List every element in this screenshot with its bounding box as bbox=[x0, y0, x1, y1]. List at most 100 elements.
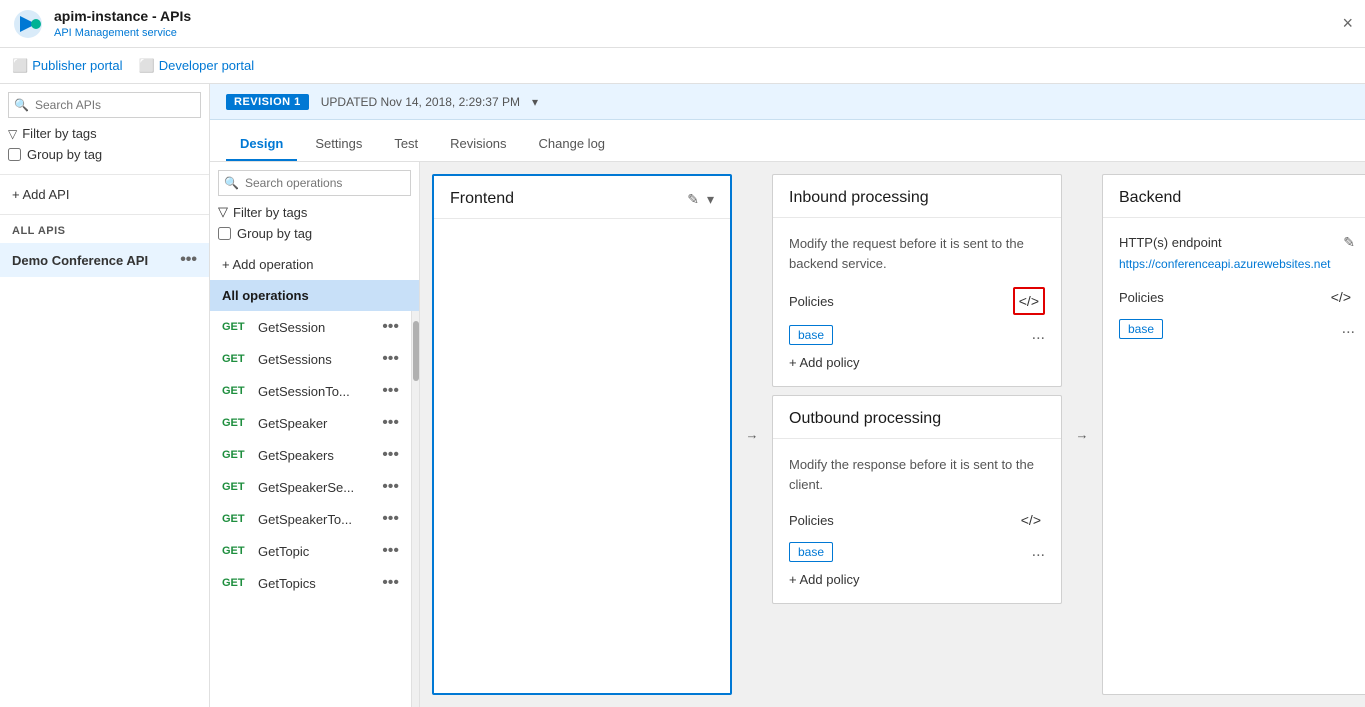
developer-portal-link[interactable]: ⬜ Developer portal bbox=[139, 58, 255, 74]
outbound-dots-button[interactable]: ... bbox=[1032, 543, 1045, 561]
inbound-add-policy-button[interactable]: + Add policy bbox=[789, 355, 859, 370]
sidebar-divider-2 bbox=[0, 214, 209, 215]
top-nav: ⬜ Publisher portal ⬜ Developer portal bbox=[0, 48, 1365, 84]
search-operations-input[interactable] bbox=[218, 170, 411, 196]
ops-content: GET GetSession ••• GET GetSessions ••• G… bbox=[210, 311, 411, 707]
op-item-getspeaker[interactable]: GET GetSpeaker ••• bbox=[210, 407, 411, 439]
publisher-portal-link[interactable]: ⬜ Publisher portal bbox=[12, 58, 123, 74]
op-item-getsessions[interactable]: GET GetSessions ••• bbox=[210, 343, 411, 375]
outbound-add-policy-button[interactable]: + Add policy bbox=[789, 572, 859, 587]
ops-filter[interactable]: ▽ Filter by tags bbox=[218, 204, 411, 220]
backend-http-label: HTTP(s) endpoint bbox=[1119, 235, 1222, 250]
backend-title: Backend bbox=[1119, 189, 1181, 207]
inbound-panel: Inbound processing Modify the request be… bbox=[772, 174, 1062, 387]
design-panels: Frontend ✎ ▾ → bbox=[420, 162, 1365, 707]
op-dots[interactable]: ••• bbox=[382, 446, 399, 464]
app-title: apim-instance - APIs bbox=[54, 8, 191, 24]
inbound-title: Inbound processing bbox=[789, 189, 929, 207]
tab-settings[interactable]: Settings bbox=[301, 128, 376, 161]
op-item-gettopic[interactable]: GET GetTopic ••• bbox=[210, 535, 411, 567]
tab-test[interactable]: Test bbox=[380, 128, 432, 161]
design-area: 🔍 ▽ Filter by tags Group by tag + Add op… bbox=[210, 162, 1365, 707]
inbound-panel-header: Inbound processing bbox=[773, 175, 1061, 218]
backend-panel-header: Backend bbox=[1103, 175, 1365, 218]
api-item-dots[interactable]: ••• bbox=[180, 251, 197, 269]
frontend-header-icons: ✎ ▾ bbox=[687, 191, 714, 208]
outbound-code-button[interactable]: </> bbox=[1017, 508, 1045, 532]
backend-dots-button[interactable]: ... bbox=[1342, 320, 1355, 338]
frontend-chevron-button[interactable]: ▾ bbox=[707, 191, 714, 208]
outbound-policies-row: Policies </> bbox=[789, 508, 1045, 532]
outbound-panel: Outbound processing Modify the response … bbox=[772, 395, 1062, 604]
inbound-code-button[interactable]: </> bbox=[1013, 287, 1045, 315]
op-item-getsessionto[interactable]: GET GetSessionTo... ••• bbox=[210, 375, 411, 407]
backend-policy-base-tag[interactable]: base bbox=[1119, 319, 1163, 339]
service-label: API Management service bbox=[54, 27, 177, 39]
backend-panel: Backend HTTP(s) endpoint ✎ https://confe… bbox=[1102, 174, 1365, 695]
backend-http-row: HTTP(s) endpoint ✎ bbox=[1119, 234, 1355, 251]
inbound-dots-button[interactable]: ... bbox=[1032, 326, 1045, 344]
arrow-right-connector-1: → bbox=[740, 427, 764, 442]
operations-panel: 🔍 ▽ Filter by tags Group by tag + Add op… bbox=[210, 162, 420, 707]
arrow-right-connector-2: → bbox=[1070, 427, 1094, 442]
op-dots[interactable]: ••• bbox=[382, 414, 399, 432]
op-item-getspeakerto[interactable]: GET GetSpeakerTo... ••• bbox=[210, 503, 411, 535]
api-item-demo-conference[interactable]: Demo Conference API ••• bbox=[0, 243, 209, 277]
op-dots[interactable]: ••• bbox=[382, 574, 399, 592]
ops-group-by-tag-checkbox[interactable] bbox=[218, 227, 231, 240]
backend-code-button[interactable]: </> bbox=[1327, 285, 1355, 309]
inbound-policies-label: Policies bbox=[789, 294, 834, 309]
ops-search-icon: 🔍 bbox=[224, 176, 239, 190]
outbound-title: Outbound processing bbox=[789, 410, 941, 428]
tab-revisions[interactable]: Revisions bbox=[436, 128, 520, 161]
op-dots[interactable]: ••• bbox=[382, 510, 399, 528]
frontend-panel-body bbox=[434, 219, 730, 693]
ops-filter-icon: ▽ bbox=[218, 204, 228, 220]
ops-scrollbar-handle[interactable] bbox=[413, 321, 419, 381]
op-item-getsession[interactable]: GET GetSession ••• bbox=[210, 311, 411, 343]
group-by-tag-checkbox[interactable] bbox=[8, 148, 21, 161]
backend-policies-label: Policies bbox=[1119, 290, 1164, 305]
content-area: REVISION 1 UPDATED Nov 14, 2018, 2:29:37… bbox=[210, 84, 1365, 707]
op-item-getspeakerse[interactable]: GET GetSpeakerSe... ••• bbox=[210, 471, 411, 503]
sidebar-search-icon: 🔍 bbox=[14, 98, 29, 112]
main-layout: 🔍 ▽ Filter by tags Group by tag + Add AP… bbox=[0, 84, 1365, 707]
ops-groupby: Group by tag bbox=[218, 226, 411, 241]
filter-icon: ▽ bbox=[8, 127, 17, 141]
tab-design[interactable]: Design bbox=[226, 128, 297, 161]
op-dots[interactable]: ••• bbox=[382, 350, 399, 368]
all-operations-item[interactable]: All operations bbox=[210, 280, 419, 311]
outbound-panel-header: Outbound processing bbox=[773, 396, 1061, 439]
search-apis-input[interactable] bbox=[8, 92, 201, 118]
backend-edit-button[interactable]: ✎ bbox=[1343, 234, 1355, 251]
add-api-button[interactable]: + Add API bbox=[0, 179, 209, 210]
inbound-description: Modify the request before it is sent to … bbox=[789, 234, 1045, 273]
op-dots[interactable]: ••• bbox=[382, 542, 399, 560]
revision-badge: REVISION 1 bbox=[226, 94, 309, 110]
op-dots[interactable]: ••• bbox=[382, 318, 399, 336]
op-item-getspeakers[interactable]: GET GetSpeakers ••• bbox=[210, 439, 411, 471]
revision-updated: UPDATED Nov 14, 2018, 2:29:37 PM bbox=[321, 95, 520, 109]
backend-url: https://conferenceapi.azurewebsites.net bbox=[1119, 257, 1355, 271]
outbound-policy-base-tag[interactable]: base bbox=[789, 542, 833, 562]
ops-scrollbar-track[interactable] bbox=[411, 311, 419, 707]
revision-chevron-icon[interactable]: ▾ bbox=[532, 95, 538, 109]
close-button[interactable]: × bbox=[1342, 13, 1353, 34]
add-operation-button[interactable]: + Add operation bbox=[210, 249, 419, 280]
frontend-title: Frontend bbox=[450, 190, 514, 208]
inbound-policy-base-tag[interactable]: base bbox=[789, 325, 833, 345]
sidebar-filter[interactable]: ▽ Filter by tags bbox=[8, 126, 201, 141]
backend-panel-body: HTTP(s) endpoint ✎ https://conferenceapi… bbox=[1103, 218, 1365, 694]
backend-policy-tag-row: base ... bbox=[1119, 319, 1355, 339]
op-item-gettopics[interactable]: GET GetTopics ••• bbox=[210, 567, 411, 599]
op-dots[interactable]: ••• bbox=[382, 382, 399, 400]
ops-list-with-scroll: GET GetSession ••• GET GetSessions ••• G… bbox=[210, 311, 419, 707]
tab-changelog[interactable]: Change log bbox=[525, 128, 620, 161]
revision-bar: REVISION 1 UPDATED Nov 14, 2018, 2:29:37… bbox=[210, 84, 1365, 120]
publisher-portal-icon: ⬜ bbox=[12, 58, 28, 74]
app-icon bbox=[12, 8, 44, 40]
op-dots[interactable]: ••• bbox=[382, 478, 399, 496]
inbound-panel-body: Modify the request before it is sent to … bbox=[773, 218, 1061, 386]
developer-portal-icon: ⬜ bbox=[139, 58, 155, 74]
frontend-edit-button[interactable]: ✎ bbox=[687, 191, 699, 208]
